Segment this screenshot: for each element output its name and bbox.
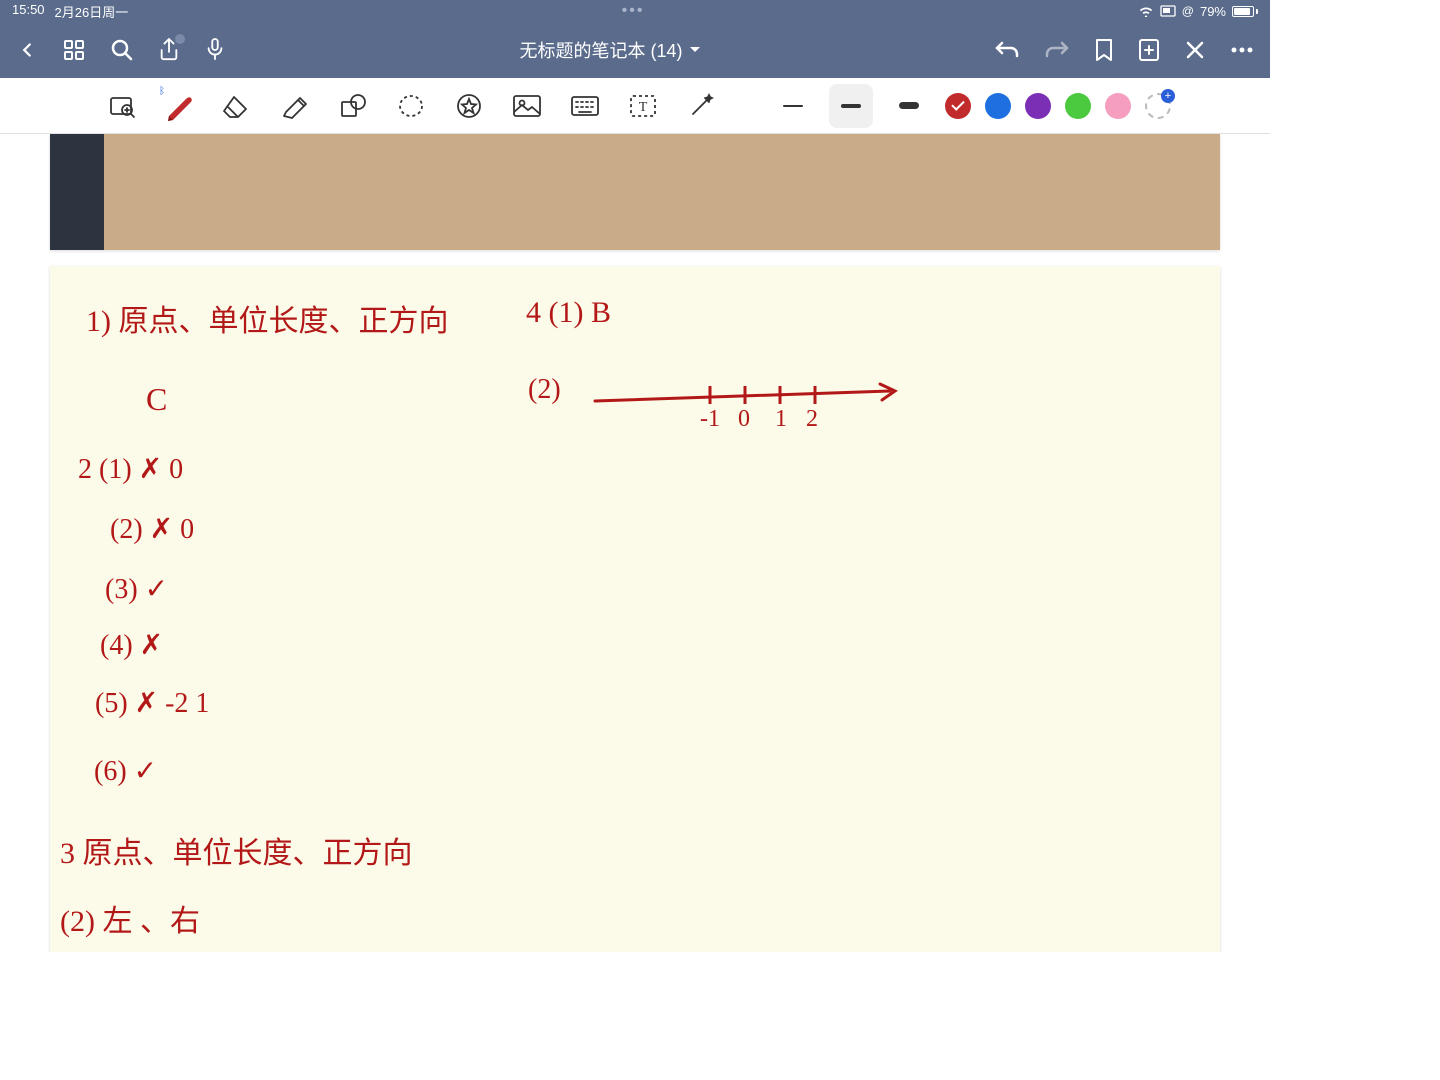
handwriting-line: 2 (1) ✗ 0	[78, 452, 183, 486]
svg-text:T: T	[639, 100, 648, 115]
back-button[interactable]	[16, 39, 38, 61]
color-pink[interactable]	[1105, 93, 1131, 119]
magic-tool[interactable]	[679, 84, 723, 128]
handwriting-line: (5) ✗ -2 1	[95, 686, 209, 720]
close-button[interactable]	[1184, 39, 1206, 61]
handwriting-line: 1) 原点、单位长度、正方向	[86, 296, 449, 340]
handwriting-line: (2) ✗ 0	[110, 512, 194, 546]
svg-text:-1: -1	[700, 406, 720, 432]
color-blue[interactable]	[985, 93, 1011, 119]
mic-button[interactable]	[204, 37, 226, 63]
handwriting-line: (6) ✓	[94, 754, 157, 788]
text-tool[interactable]: T	[621, 84, 665, 128]
svg-text:2: 2	[806, 406, 818, 432]
svg-text:1: 1	[775, 406, 787, 432]
wifi-icon	[1138, 5, 1154, 17]
image-tool[interactable]	[505, 84, 549, 128]
add-page-button[interactable]	[1138, 38, 1160, 62]
battery-percent: 79%	[1200, 4, 1226, 19]
screen-mirror-icon	[1160, 5, 1176, 17]
bluetooth-icon: ᛒ	[159, 86, 171, 98]
more-button[interactable]	[1230, 47, 1254, 53]
color-green[interactable]	[1065, 93, 1091, 119]
zoom-tool[interactable]	[99, 84, 143, 128]
status-date: 2月26日周一	[55, 2, 129, 21]
svg-text:0: 0	[738, 406, 750, 432]
status-bar: 15:50 2月26日周一 ••• @ 79%	[0, 0, 1270, 22]
status-handle-dots[interactable]: •••	[622, 2, 645, 20]
handwriting-line: (2)	[528, 374, 561, 406]
handwriting-line: 4 (1) B	[526, 296, 611, 330]
stroke-thick[interactable]	[887, 84, 931, 128]
nav-bar: 无标题的笔记本 (14)	[0, 22, 1270, 78]
stamp-tool[interactable]	[447, 84, 491, 128]
handwriting-line: 3 原点、单位长度、正方向	[60, 828, 413, 872]
share-button[interactable]	[158, 37, 180, 63]
undo-button[interactable]	[994, 39, 1020, 61]
pen-tool[interactable]: ᛒ	[157, 84, 201, 128]
status-time: 15:50	[12, 2, 45, 21]
lasso-tool[interactable]	[389, 84, 433, 128]
stroke-thin[interactable]	[771, 84, 815, 128]
handwriting-line: (2) 左 、右	[60, 896, 200, 940]
keyboard-tool[interactable]	[563, 84, 607, 128]
bookmark-button[interactable]	[1094, 38, 1114, 62]
chevron-down-icon	[689, 46, 701, 54]
number-line-drawing: -1 0 1 2	[590, 366, 910, 436]
color-add-button[interactable]	[1145, 93, 1171, 119]
canvas-area[interactable]: 1) 原点、单位长度、正方向 4 (1) B C (2) -1 0 1 2 2 …	[0, 134, 1270, 952]
handwriting-line: (3) ✓	[105, 572, 168, 606]
notebook-title: 无标题的笔记本 (14)	[519, 37, 682, 63]
page-header-strip	[50, 134, 1220, 250]
eraser-tool[interactable]	[215, 84, 259, 128]
tool-bar: ᛒ T	[0, 78, 1270, 134]
shape-tool[interactable]	[331, 84, 375, 128]
grid-view-button[interactable]	[62, 38, 86, 62]
handwriting-line: (4) ✗	[100, 628, 163, 662]
color-purple[interactable]	[1025, 93, 1051, 119]
battery-icon	[1232, 6, 1258, 17]
note-page[interactable]: 1) 原点、单位长度、正方向 4 (1) B C (2) -1 0 1 2 2 …	[50, 266, 1220, 952]
highlighter-tool[interactable]	[273, 84, 317, 128]
notebook-title-dropdown[interactable]: 无标题的笔记本 (14)	[519, 37, 700, 63]
stroke-medium[interactable]	[829, 84, 873, 128]
search-button[interactable]	[110, 38, 134, 62]
color-red[interactable]	[945, 93, 971, 119]
redo-button[interactable]	[1044, 39, 1070, 61]
handwriting-line: C	[146, 381, 167, 418]
